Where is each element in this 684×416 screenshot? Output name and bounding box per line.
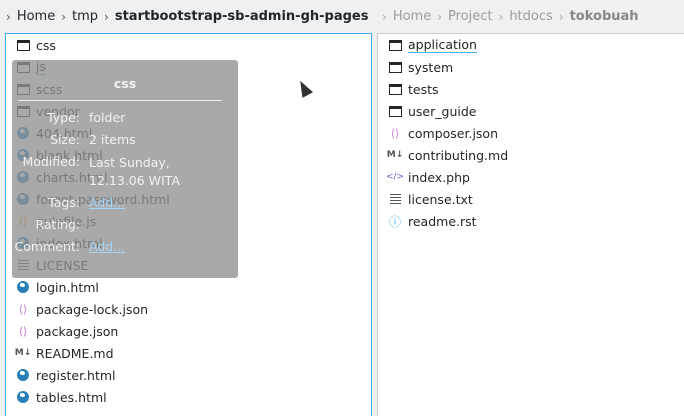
info-icon: ⓘ — [388, 214, 401, 229]
text-icon — [388, 194, 402, 204]
breadcrumb-item[interactable]: tokobuah — [570, 9, 639, 24]
chevron-right-icon: › — [6, 9, 11, 24]
json-icon: ⟨⟩ — [18, 302, 28, 316]
tags-add-link[interactable]: Add... — [89, 195, 229, 210]
file-item[interactable]: ⓘ readme.rst — [388, 210, 477, 232]
folder-icon — [388, 83, 402, 95]
json-icon: ⟨⟩ — [18, 324, 28, 338]
file-item[interactable]: css — [16, 34, 56, 56]
file-item[interactable]: login.html — [16, 276, 99, 298]
file-item[interactable]: ⟨⟩ package-lock.json — [16, 298, 148, 320]
breadcrumb-left: › Home › tmp › startbootstrap-sb-admin-gh-pag… — [6, 0, 368, 33]
file-item[interactable]: M↓ README.md — [14, 342, 114, 364]
breadcrumb-item[interactable]: htdocs — [509, 9, 552, 24]
modified-label: Modified: — [22, 154, 80, 169]
breadcrumb-item[interactable]: Home — [393, 9, 431, 24]
globe-icon — [16, 369, 30, 381]
breadcrumb-item[interactable]: Home — [17, 9, 55, 24]
file-name: css — [36, 37, 56, 53]
file-name: index.php — [408, 169, 470, 185]
chevron-right-icon: › — [61, 9, 67, 24]
markdown-icon: M↓ — [386, 150, 404, 160]
chevron-right-icon: › — [104, 9, 109, 24]
file-name: composer.json — [408, 125, 499, 141]
size-value: 2 items — [89, 132, 136, 147]
file-name: license.txt — [408, 191, 473, 207]
file-name: register.html — [36, 367, 116, 383]
file-item[interactable]: system — [388, 56, 453, 78]
globe-icon — [16, 281, 30, 293]
php-icon: </> — [385, 172, 405, 182]
file-item[interactable]: tables.html — [16, 386, 107, 408]
type-value: folder — [89, 110, 126, 125]
file-name: package-lock.json — [36, 301, 149, 317]
file-name: README.md — [36, 345, 114, 361]
file-item[interactable]: </> index.php — [385, 166, 470, 188]
modified-value: Last Sunday, 12.13.06 WITA — [89, 155, 180, 188]
file-name: tables.html — [36, 389, 107, 405]
type-label: Type: — [47, 110, 80, 125]
rating-label: Rating: — [35, 217, 80, 232]
breadcrumb-item[interactable]: tmp — [72, 9, 98, 24]
file-name: package.json — [36, 323, 119, 339]
breadcrumb-right: › Home › Project › htdocs › tokobuah — [382, 0, 639, 33]
right-file-pane[interactable]: application system tests user_guide ⟨⟩ compos… — [377, 33, 684, 416]
json-icon: ⟨⟩ — [390, 126, 400, 140]
file-name: application — [408, 37, 477, 53]
chevron-right-icon: › — [558, 9, 564, 24]
breadcrumb-item[interactable]: Project — [448, 9, 492, 24]
file-name: login.html — [36, 279, 99, 295]
tooltip-title: css — [113, 76, 137, 91]
file-name: user_guide — [408, 103, 477, 119]
tags-label: Tags: — [48, 195, 80, 210]
file-item[interactable]: register.html — [16, 364, 116, 386]
file-name: tests — [408, 81, 439, 97]
breadcrumb-item[interactable]: startbootstrap-sb-admin-gh-pages — [115, 9, 369, 24]
chevron-right-icon: › — [437, 9, 443, 24]
folder-icon — [388, 105, 402, 117]
file-item[interactable]: user_guide — [388, 100, 476, 122]
folder-icon — [388, 61, 402, 73]
comment-label: Comment: — [14, 239, 80, 254]
file-item[interactable]: tests — [388, 78, 439, 100]
file-info-tooltip: css Type: folder Size: 2 items Modified:… — [12, 60, 238, 278]
file-name: system — [408, 59, 454, 75]
folder-icon — [388, 39, 402, 51]
comment-add-link[interactable]: Add... — [89, 239, 229, 254]
tooltip-divider — [18, 100, 222, 101]
file-item[interactable]: ⟨⟩ package.json — [16, 320, 119, 342]
file-name: contributing.md — [408, 147, 509, 163]
chevron-right-icon: › — [382, 9, 387, 24]
file-name: readme.rst — [408, 213, 477, 229]
size-label: Size: — [50, 132, 80, 147]
folder-icon — [16, 39, 30, 51]
chevron-right-icon: › — [498, 9, 504, 24]
file-item[interactable]: M↓ contributing.md — [386, 144, 509, 166]
file-item[interactable]: license.txt — [388, 188, 473, 210]
file-item[interactable]: ⟨⟩ composer.json — [388, 122, 498, 144]
file-item[interactable]: application — [388, 34, 477, 56]
globe-icon — [16, 391, 30, 403]
markdown-icon: M↓ — [14, 348, 32, 358]
